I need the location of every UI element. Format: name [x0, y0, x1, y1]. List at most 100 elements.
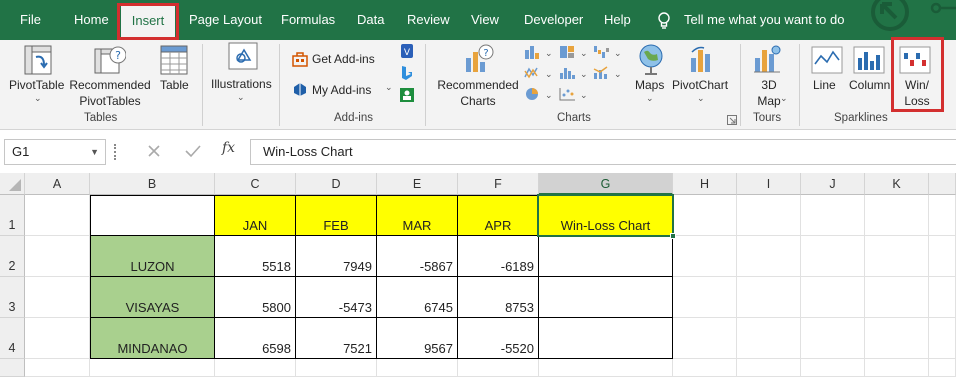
empty-cell[interactable]	[737, 236, 801, 277]
tab-data[interactable]: Data	[357, 0, 384, 40]
empty-cell[interactable]	[215, 359, 296, 377]
tab-home[interactable]: Home	[74, 0, 109, 40]
empty-cell[interactable]	[673, 318, 737, 359]
empty-cell[interactable]	[865, 277, 929, 318]
maps-button[interactable]: Maps	[635, 77, 664, 93]
select-all-corner[interactable]	[0, 173, 25, 195]
cell-a1[interactable]	[25, 195, 90, 236]
enter-checkmark-icon[interactable]	[185, 144, 201, 161]
fill-handle[interactable]	[670, 233, 676, 239]
illustrations-dropdown-icon[interactable]: ⌄	[237, 92, 245, 103]
tab-formulas[interactable]: Formulas	[281, 0, 335, 40]
combo-chart-icon[interactable]: ⌄	[592, 65, 622, 84]
statistic-chart-icon[interactable]: ⌄	[558, 65, 588, 84]
column-header-a[interactable]: A	[25, 173, 90, 195]
row-header-5[interactable]	[0, 359, 25, 377]
column-header-b[interactable]: B	[90, 173, 215, 195]
3d-map-dropdown-icon[interactable]: ⌄	[780, 93, 788, 104]
empty-cell[interactable]	[929, 236, 956, 277]
name-box-dropdown-icon[interactable]: ▼	[90, 140, 99, 164]
column-header-j[interactable]: J	[801, 173, 865, 195]
empty-cell[interactable]	[539, 359, 673, 377]
cell-e4[interactable]: 9567	[376, 317, 458, 359]
empty-cell[interactable]	[377, 359, 458, 377]
column-sparkline-button[interactable]: Column	[849, 77, 890, 93]
empty-cell[interactable]	[737, 318, 801, 359]
tab-developer[interactable]: Developer	[524, 0, 583, 40]
cell-a3[interactable]	[25, 277, 90, 318]
empty-cell[interactable]	[801, 195, 865, 236]
column-header-g[interactable]: G	[539, 173, 673, 195]
cell-e3[interactable]: 6745	[376, 276, 458, 318]
column-header-d[interactable]: D	[296, 173, 377, 195]
cell-c2[interactable]: 5518	[214, 235, 296, 277]
empty-cell[interactable]	[673, 236, 737, 277]
empty-cell[interactable]	[673, 195, 737, 236]
cell-c1[interactable]: JAN	[214, 195, 296, 236]
my-addins-button[interactable]: My Add-ins	[312, 82, 371, 98]
insert-function-icon[interactable]: fx	[222, 140, 235, 156]
row-header-1[interactable]: 1	[0, 195, 25, 236]
cancel-icon[interactable]	[147, 144, 161, 161]
tab-help[interactable]: Help	[604, 0, 631, 40]
cell-g4[interactable]	[538, 317, 673, 359]
waterfall-chart-icon[interactable]: ⌄	[592, 44, 622, 63]
tab-file[interactable]: File	[20, 0, 41, 40]
line-sparkline-button[interactable]: Line	[813, 77, 836, 93]
cell-a4[interactable]	[25, 318, 90, 359]
cell-d2[interactable]: 7949	[295, 235, 377, 277]
empty-cell[interactable]	[929, 359, 956, 377]
row-header-4[interactable]: 4	[0, 318, 25, 359]
cell-f3[interactable]: 8753	[457, 276, 539, 318]
cell-c3[interactable]: 5800	[214, 276, 296, 318]
scatter-chart-icon[interactable]: ⌄	[558, 86, 588, 105]
empty-cell[interactable]	[865, 236, 929, 277]
empty-cell[interactable]	[929, 318, 956, 359]
maps-dropdown-icon[interactable]: ⌄	[646, 93, 654, 104]
cell-g1[interactable]: Win-Loss Chart	[538, 195, 673, 236]
cell-b2[interactable]: LUZON	[90, 235, 215, 277]
tab-view[interactable]: View	[471, 0, 499, 40]
column-header-h[interactable]: H	[673, 173, 737, 195]
empty-cell[interactable]	[737, 277, 801, 318]
pie-chart-icon[interactable]: ⌄	[523, 86, 553, 105]
empty-cell[interactable]	[801, 359, 865, 377]
cell-e1[interactable]: MAR	[376, 195, 458, 236]
recommended-pivottables-button[interactable]: Recommended PivotTables	[69, 77, 151, 109]
cell-g2[interactable]	[538, 235, 673, 277]
column-chart-icon[interactable]: ⌄	[523, 44, 553, 63]
dialog-launcher-icon[interactable]	[727, 114, 737, 128]
cell-a2[interactable]	[25, 236, 90, 277]
cell-f4[interactable]: -5520	[457, 317, 539, 359]
empty-cell[interactable]	[673, 359, 737, 377]
empty-cell[interactable]	[801, 318, 865, 359]
empty-cell[interactable]	[865, 359, 929, 377]
formula-input[interactable]: Win-Loss Chart	[250, 139, 956, 165]
pivotchart-button[interactable]: PivotChart	[672, 77, 728, 93]
empty-cell[interactable]	[929, 277, 956, 318]
row-header-2[interactable]: 2	[0, 236, 25, 277]
cell-b4[interactable]: MINDANAO	[90, 317, 215, 359]
empty-cell[interactable]	[865, 318, 929, 359]
column-header-l[interactable]	[929, 173, 956, 195]
get-addins-button[interactable]: Get Add-ins	[312, 51, 375, 67]
empty-cell[interactable]	[801, 277, 865, 318]
cell-d3[interactable]: -5473	[295, 276, 377, 318]
column-header-f[interactable]: F	[458, 173, 539, 195]
cell-f1[interactable]: APR	[457, 195, 539, 236]
empty-cell[interactable]	[296, 359, 377, 377]
hierarchy-chart-icon[interactable]: ⌄	[558, 44, 588, 63]
pivottable-dropdown-icon[interactable]: ⌄	[34, 93, 42, 104]
row-header-3[interactable]: 3	[0, 277, 25, 318]
cell-f2[interactable]: -6189	[457, 235, 539, 277]
column-header-i[interactable]: I	[737, 173, 801, 195]
column-header-e[interactable]: E	[377, 173, 458, 195]
cell-c4[interactable]: 6598	[214, 317, 296, 359]
name-box[interactable]: G1 ▼	[4, 139, 106, 165]
recommended-charts-button[interactable]: Recommended Charts	[437, 77, 519, 109]
empty-cell[interactable]	[801, 236, 865, 277]
empty-cell[interactable]	[929, 195, 956, 236]
empty-cell[interactable]	[458, 359, 539, 377]
cell-d1[interactable]: FEB	[295, 195, 377, 236]
formula-bar-grip[interactable]	[114, 144, 117, 160]
